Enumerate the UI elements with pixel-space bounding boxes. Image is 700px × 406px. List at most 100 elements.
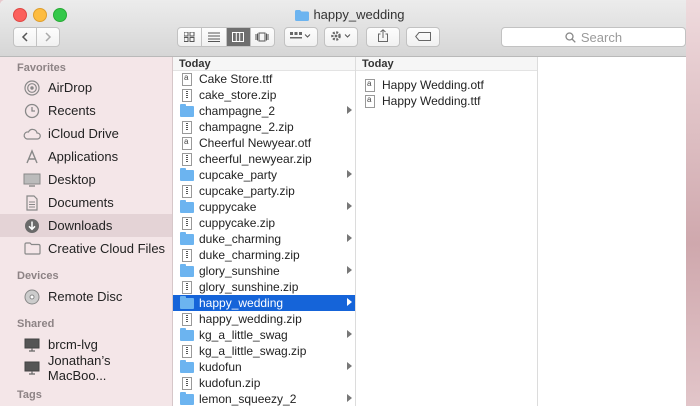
file-row-kudofun-zip[interactable]: kudofun.zip	[173, 375, 355, 391]
file-name: lemon_squeezy_2	[199, 392, 297, 406]
file-row-cupcake-party[interactable]: cupcake_party	[173, 167, 355, 183]
download-icon	[22, 217, 42, 235]
column-browser-3-empty[interactable]	[538, 57, 700, 406]
disc-icon	[22, 288, 42, 306]
sidebar-item-label: AirDrop	[48, 80, 93, 95]
file-name: champagne_2.zip	[199, 120, 294, 134]
folder-icon	[180, 199, 194, 214]
file-row-kg-a-little-swag[interactable]: kg_a_little_swag	[173, 327, 355, 343]
file-row-happy-wedding-otf[interactable]: Happy Wedding.otf	[356, 77, 537, 93]
file-name: cuppycake	[199, 200, 257, 214]
column-browser-1: Today Cake Store.ttf cake_store.zipchampa…	[173, 57, 356, 406]
disclosure-arrow-icon	[347, 202, 352, 210]
disclosure-arrow-icon	[347, 330, 352, 338]
file-row-cuppycake-zip[interactable]: cuppycake.zip	[173, 215, 355, 231]
action-button[interactable]	[324, 27, 358, 47]
sidebar-item-creative-cloud-files[interactable]: Creative Cloud Files	[0, 237, 172, 260]
file-name: glory_sunshine	[199, 264, 280, 278]
sidebar-item-remote-disc[interactable]: Remote Disc	[0, 285, 172, 308]
sidebar-shared-header: Shared	[17, 318, 55, 330]
file-row-glory-sunshine[interactable]: glory_sunshine	[173, 263, 355, 279]
folder-icon	[22, 240, 42, 258]
share-icon	[377, 29, 389, 45]
file-row-happy-wedding-zip[interactable]: happy_wedding.zip	[173, 311, 355, 327]
sidebar-favorites-header: Favorites	[17, 62, 66, 74]
file-row-cheerful-newyear-otf[interactable]: Cheerful Newyear.otf	[173, 135, 355, 151]
folder-icon	[180, 263, 194, 278]
column-header: Today	[173, 57, 355, 71]
file-row-cheerful-newyear-zip[interactable]: cheerful_newyear.zip	[173, 151, 355, 167]
folder-icon	[180, 103, 194, 118]
sidebar-item-documents[interactable]: Documents	[0, 191, 172, 214]
icon-view-icon[interactable]	[178, 28, 203, 46]
file-row-happy-wedding[interactable]: happy_wedding	[173, 295, 355, 311]
file-row-kudofun[interactable]: kudofun	[173, 359, 355, 375]
file-row-lemon-squeezy-2[interactable]: lemon_squeezy_2	[173, 391, 355, 406]
sidebar-item-label: Creative Cloud Files	[48, 241, 166, 256]
disclosure-arrow-icon	[347, 234, 352, 242]
applications-icon	[22, 148, 42, 166]
airdrop-icon	[22, 79, 42, 97]
folder-icon	[180, 359, 194, 374]
file-row-cuppycake[interactable]: cuppycake	[173, 199, 355, 215]
disclosure-arrow-icon	[347, 394, 352, 402]
zip-file-icon	[180, 248, 194, 262]
zip-file-icon	[180, 120, 194, 134]
action-gear-icon	[330, 30, 352, 45]
clock-icon	[22, 102, 42, 120]
sidebar-item-downloads[interactable]: Downloads	[0, 214, 172, 237]
column-view-icon[interactable]	[226, 28, 251, 46]
sidebar-item-label: Desktop	[48, 172, 96, 187]
zip-file-icon	[180, 376, 194, 390]
zip-file-icon	[180, 88, 194, 102]
desktop-background-right	[686, 0, 700, 406]
file-row-duke-charming-zip[interactable]: duke_charming.zip	[173, 247, 355, 263]
arrange-button[interactable]	[284, 27, 318, 47]
sidebar-item-label: brcm-lvg	[48, 337, 98, 352]
title-bar: happy_wedding Search	[0, 0, 700, 57]
sidebar-item-jonathans-macbook[interactable]: Jonathan’s MacBoo...	[0, 353, 172, 383]
cover-flow-icon[interactable]	[251, 28, 274, 46]
file-row-cake-store-ttf[interactable]: Cake Store.ttf	[173, 71, 355, 87]
search-field[interactable]: Search	[501, 27, 686, 47]
search-icon	[565, 31, 576, 43]
file-row-champagne-2[interactable]: champagne_2	[173, 103, 355, 119]
forward-icon[interactable]	[37, 28, 59, 46]
sidebar-item-label: Remote Disc	[48, 289, 123, 304]
disclosure-arrow-icon	[347, 106, 352, 114]
back-icon[interactable]	[14, 28, 38, 46]
font-file-icon	[363, 78, 377, 92]
folder-icon	[180, 391, 194, 406]
file-row-kg-a-little-swag-zip[interactable]: kg_a_little_swag.zip	[173, 343, 355, 359]
sidebar: Favorites AirDrop Recents iCloud Drive A…	[0, 57, 173, 406]
sidebar-item-label: Documents	[48, 195, 114, 210]
monitor-icon	[22, 336, 42, 354]
sidebar-item-icloud-drive[interactable]: iCloud Drive	[0, 122, 172, 145]
file-name: cake_store.zip	[199, 88, 277, 102]
disclosure-arrow-icon	[347, 298, 352, 306]
file-name: cuppycake.zip	[199, 216, 276, 230]
folder-icon	[180, 167, 194, 182]
sidebar-item-recents[interactable]: Recents	[0, 99, 172, 122]
finder-window: happy_wedding Search Favorites AirDrop R…	[0, 0, 700, 406]
list-view-icon[interactable]	[202, 28, 227, 46]
file-row-champagne-2-zip[interactable]: champagne_2.zip	[173, 119, 355, 135]
font-file-icon	[180, 136, 194, 150]
sidebar-devices-header: Devices	[17, 270, 59, 282]
sidebar-item-applications[interactable]: Applications	[0, 145, 172, 168]
sidebar-item-desktop[interactable]: Desktop	[0, 168, 172, 191]
file-row-cake-store-zip[interactable]: cake_store.zip	[173, 87, 355, 103]
file-row-duke-charming[interactable]: duke_charming	[173, 231, 355, 247]
document-icon	[22, 194, 42, 212]
sidebar-item-label: Downloads	[48, 218, 113, 233]
file-row-cupcake-party-zip[interactable]: cupcake_party.zip	[173, 183, 355, 199]
window-title-text: happy_wedding	[313, 7, 405, 22]
tag-button[interactable]	[406, 27, 440, 47]
file-name: happy_wedding	[199, 296, 284, 310]
column-browser-2: Today Happy Wedding.otf Happy Wedding.ttf	[356, 57, 538, 406]
sidebar-item-airdrop[interactable]: AirDrop	[0, 76, 172, 99]
file-row-happy-wedding-ttf[interactable]: Happy Wedding.ttf	[356, 93, 537, 109]
file-name: happy_wedding.zip	[199, 312, 302, 326]
file-row-glory-sunshine-zip[interactable]: glory_sunshine.zip	[173, 279, 355, 295]
share-button[interactable]	[366, 27, 400, 47]
